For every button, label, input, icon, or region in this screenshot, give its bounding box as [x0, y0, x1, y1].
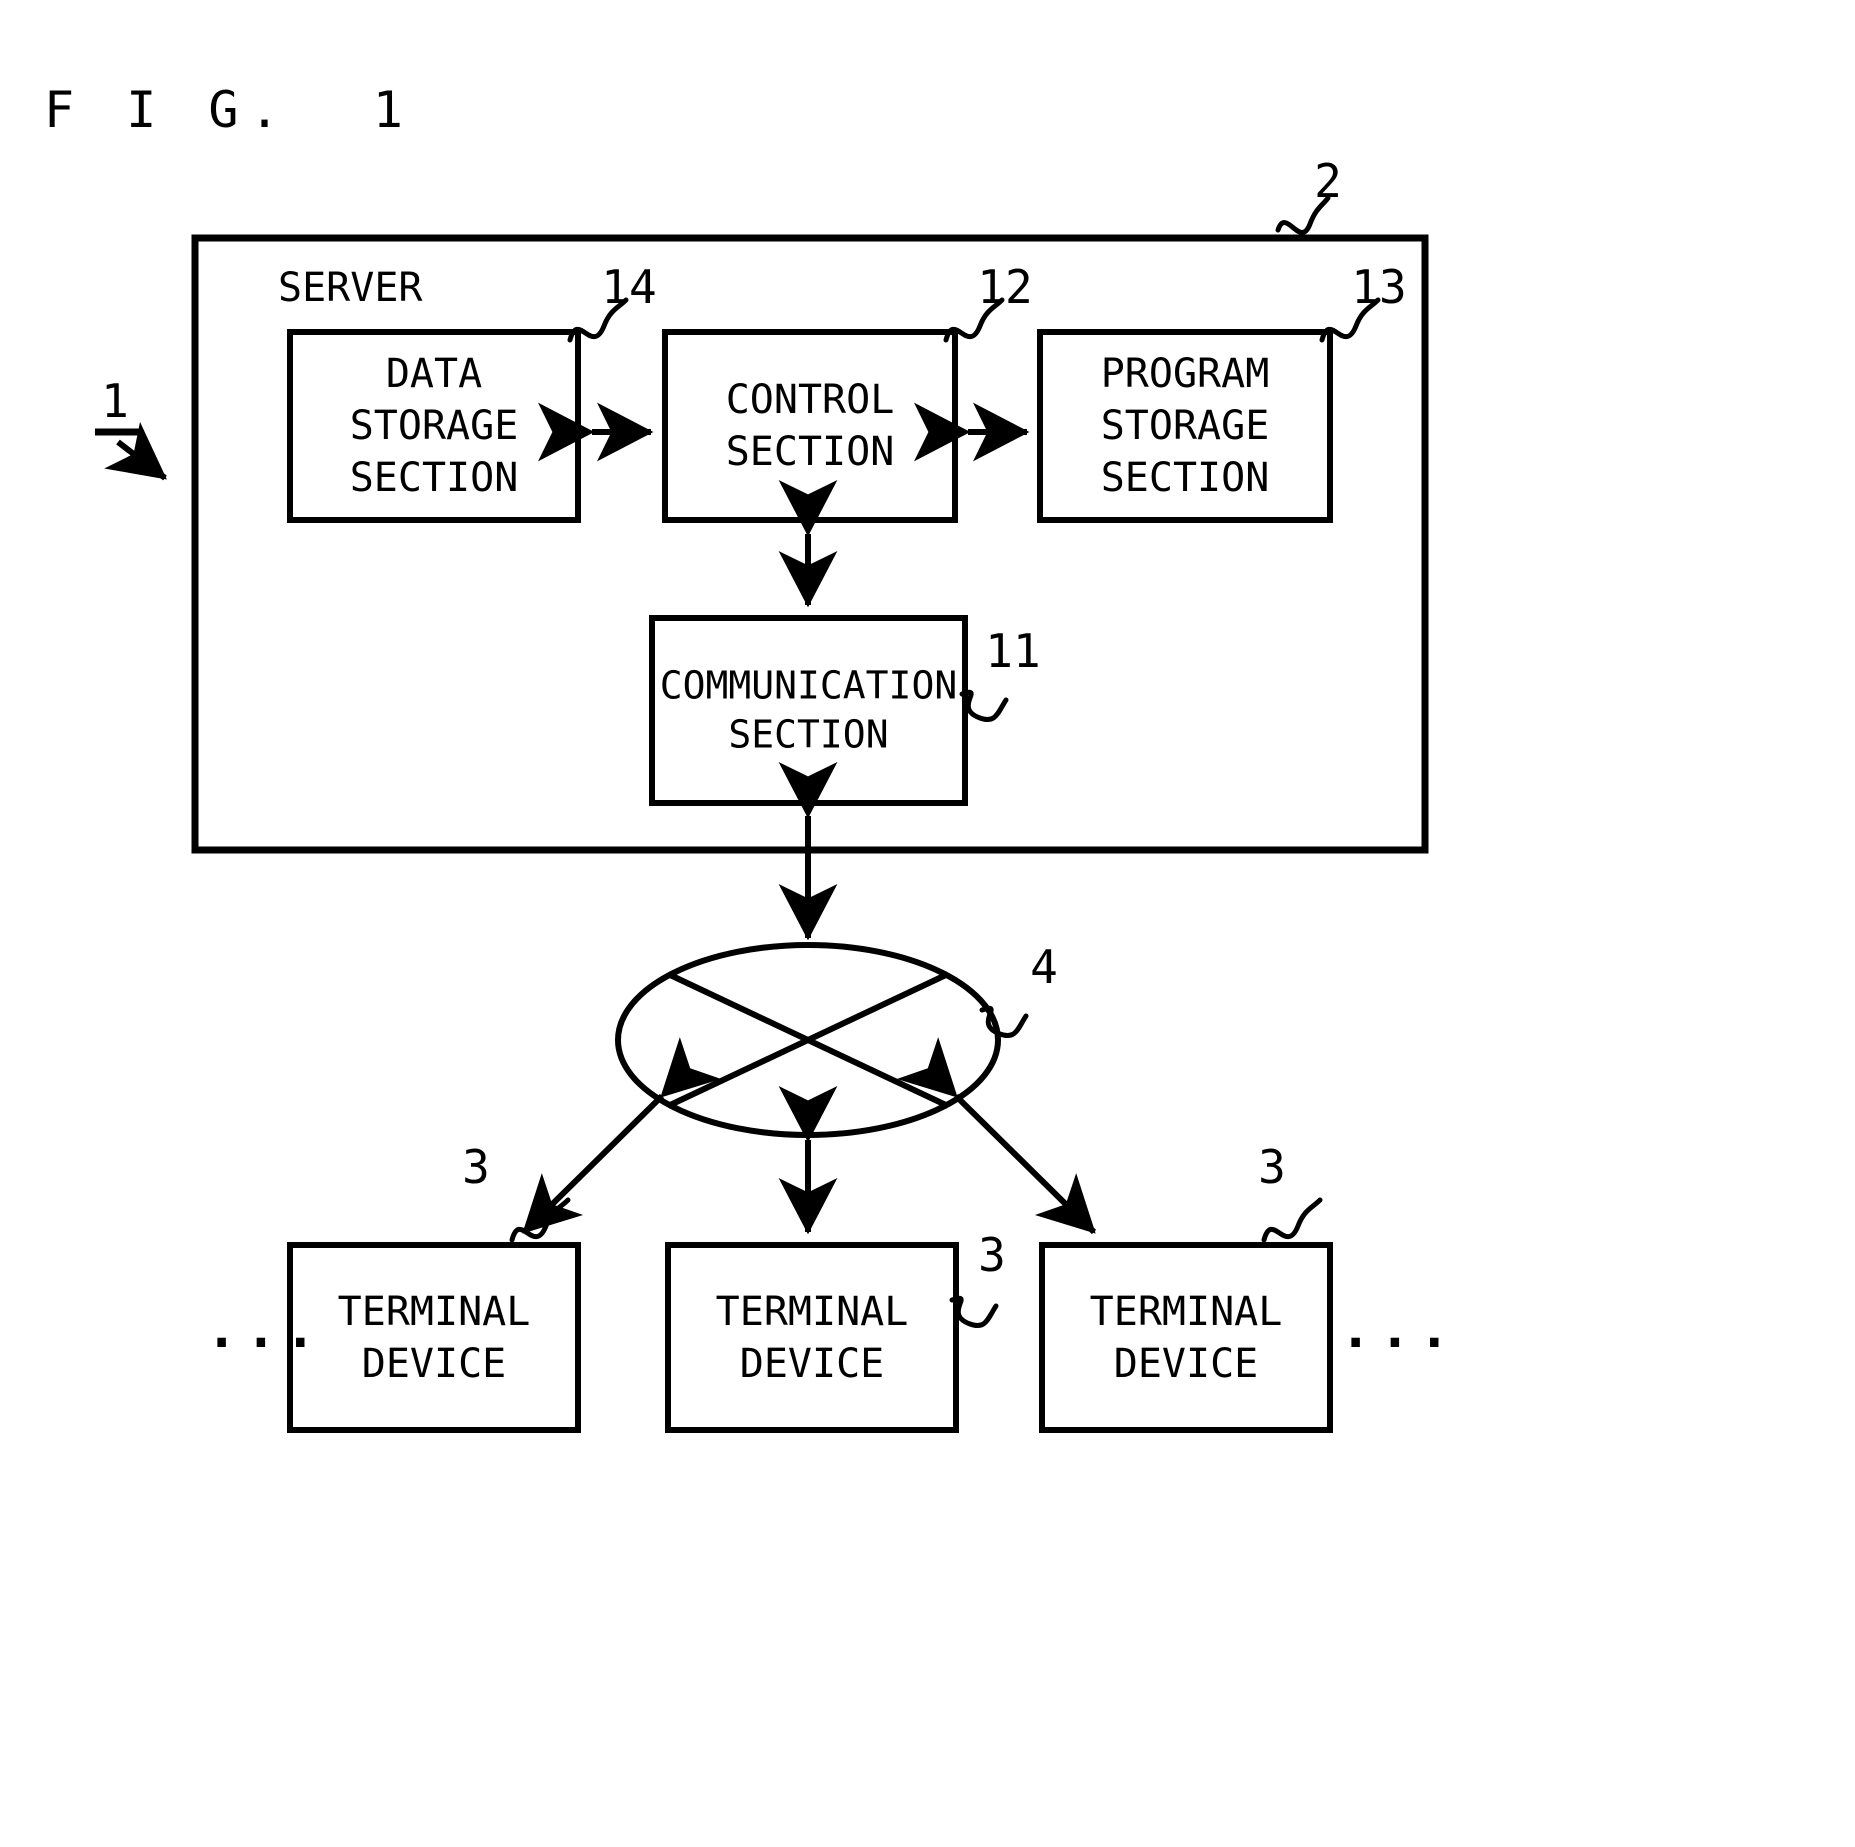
reference-numeral-3-right: 3	[1258, 1140, 1286, 1194]
ellipsis-right: ...	[1340, 1300, 1458, 1360]
data-storage-section-label: DATA STORAGE SECTION	[349, 351, 519, 501]
leader-squiggle-communication	[959, 689, 1009, 722]
terminal-device-center-label: TERMINAL DEVICE	[715, 1288, 909, 1387]
reference-numeral-3-center: 3	[978, 1228, 1006, 1282]
figure-title: F I G. 1	[44, 81, 414, 139]
control-section-label: CONTROL SECTION	[725, 377, 895, 475]
control-section[interactable]: CONTROL SECTION	[665, 332, 955, 520]
reference-numeral-13: 13	[1351, 260, 1407, 314]
terminal-device-center[interactable]: TERMINAL DEVICE	[668, 1245, 956, 1430]
reference-numeral-12: 12	[977, 260, 1033, 314]
program-storage-section[interactable]: PROGRAM STORAGE SECTION	[1040, 332, 1330, 520]
patent-figure: F I G. 1 SERVER DATA STORAGE SECTION CON…	[0, 0, 1855, 1847]
reference-numeral-3-left: 3	[462, 1140, 490, 1194]
ellipsis-left: ...	[206, 1300, 324, 1360]
reference-numeral-4: 4	[1030, 940, 1058, 994]
arrow-network-to-terminal-left	[521, 1037, 722, 1235]
arrow-network-to-terminal-right	[896, 1037, 1097, 1235]
terminal-device-left[interactable]: TERMINAL DEVICE	[290, 1245, 578, 1430]
terminal-device-right-label: TERMINAL DEVICE	[1089, 1288, 1283, 1387]
terminal-device-right[interactable]: TERMINAL DEVICE	[1042, 1245, 1330, 1430]
reference-numeral-11: 11	[985, 624, 1041, 678]
data-storage-section[interactable]: DATA STORAGE SECTION	[290, 332, 578, 520]
communication-section-label: COMMUNICATION SECTION	[659, 663, 958, 757]
communication-section[interactable]: COMMUNICATION SECTION	[652, 618, 965, 803]
program-storage-section-label: PROGRAM STORAGE SECTION	[1100, 351, 1270, 501]
server-label: SERVER	[278, 265, 423, 311]
terminal-device-left-label: TERMINAL DEVICE	[337, 1288, 531, 1387]
reference-numeral-2: 2	[1314, 154, 1342, 208]
leader-squiggle-network	[979, 1005, 1029, 1038]
system-ref-arrow	[104, 421, 167, 481]
leader-squiggle-terminal-right	[1261, 1197, 1323, 1243]
reference-numeral-14: 14	[601, 260, 657, 314]
reference-numeral-1: 1	[101, 374, 129, 428]
